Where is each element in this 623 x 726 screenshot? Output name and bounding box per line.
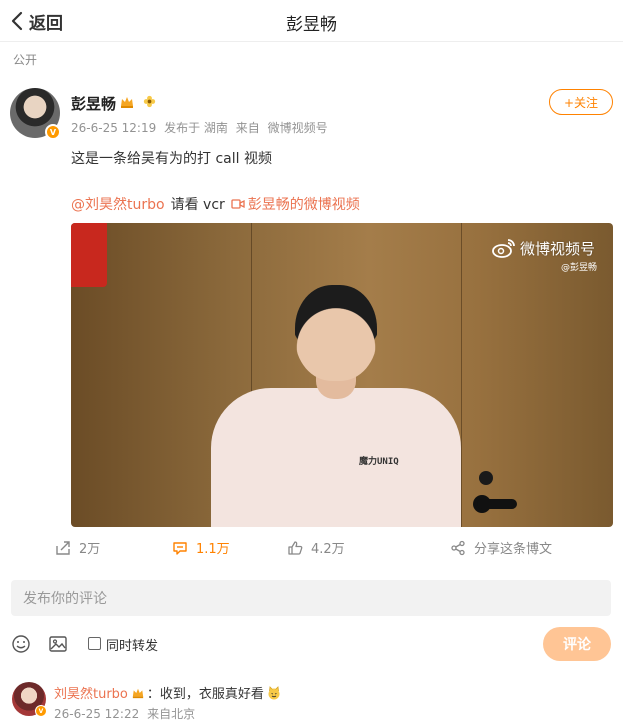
share-icon — [451, 540, 465, 555]
repost-checkbox-label[interactable]: 同时转发 — [106, 635, 158, 654]
smiling-cat-emoji-icon — [268, 685, 280, 699]
repost-action[interactable]: 2万 — [55, 538, 100, 557]
like-action[interactable]: 4.2万 — [287, 538, 345, 557]
door-handle — [477, 499, 517, 509]
post-source[interactable]: 微博视频号 — [268, 121, 328, 135]
comment-meta: 26-6-25 12:22 来自北京 — [54, 705, 199, 722]
mention-link[interactable]: @刘昊然turbo — [71, 194, 165, 214]
author-name[interactable]: 彭昱畅 — [71, 93, 116, 114]
video-camera-icon — [231, 199, 245, 209]
person-body — [211, 388, 461, 527]
commenter-verified-icon: V — [35, 705, 47, 717]
post-date: 26-6-25 12:19 — [71, 121, 157, 135]
weibo-logo-icon — [492, 239, 515, 258]
watermark-label: 微博视频号 — [520, 239, 596, 258]
post-text: 这是一条给吴有为的打 call 视频 — [71, 151, 272, 167]
comment-source: 来自北京 — [147, 707, 196, 721]
post-source-prefix: 来自 — [235, 121, 260, 135]
comment-input-placeholder: 发布你的评论 — [23, 591, 107, 607]
post-location: 发布于 湖南 — [164, 121, 228, 135]
comment-text: ：收到，衣服真好看 — [146, 687, 264, 702]
watermark-handle: @彭昱畅 — [561, 263, 598, 273]
post-links: @刘昊然turbo 请看 vcr 彭昱畅的微博视频 — [71, 194, 360, 214]
flower-icon — [143, 95, 156, 108]
action-bar: 2万 1.1万 4.2万 分享这条博文 — [0, 538, 623, 560]
visibility-label: 公开 — [13, 53, 38, 67]
emoji-icon[interactable] — [11, 634, 31, 654]
video-player[interactable]: 魔力UNIQ 微博视频号 @彭昱畅 — [71, 223, 613, 527]
repost-checkbox[interactable] — [88, 637, 101, 650]
comment-input[interactable]: 发布你的评论 — [11, 580, 611, 616]
video-link[interactable]: 彭昱畅的微博视频 — [231, 194, 360, 214]
submit-comment-button[interactable]: 评论 — [543, 627, 611, 661]
share-label: 分享这条博文 — [474, 542, 553, 557]
comment-count: 1.1万 — [196, 542, 230, 557]
red-object — [71, 223, 107, 287]
video-link-label: 彭昱畅的微博视频 — [247, 197, 360, 213]
repost-count: 2万 — [79, 542, 101, 557]
crown-icon — [121, 97, 133, 108]
post-meta: 26-6-25 12:19 发布于 湖南 来自 微博视频号 — [71, 119, 332, 136]
thumbs-up-icon — [288, 540, 303, 555]
comment-line: 刘昊然turbo ：收到，衣服真好看 — [54, 683, 281, 702]
crown-icon — [132, 688, 144, 698]
top-bar: 返回 彭昱畅 — [0, 0, 623, 42]
door-knob — [479, 471, 493, 485]
like-count: 4.2万 — [311, 542, 345, 557]
image-icon[interactable] — [48, 634, 68, 654]
comment-date: 26-6-25 12:22 — [54, 707, 140, 721]
repost-icon — [56, 540, 70, 555]
video-watermark: 微博视频号 — [491, 237, 595, 259]
follow-button[interactable]: +关注 — [549, 89, 613, 115]
share-action[interactable]: 分享这条博文 — [450, 538, 552, 557]
verified-badge-icon: V — [45, 124, 61, 140]
post-inline-text: 请看 vcr — [170, 197, 225, 213]
page-title: 彭昱畅 — [286, 15, 337, 35]
person-head — [295, 285, 377, 381]
shirt-logo: 魔力UNIQ — [359, 457, 399, 467]
commenter-name[interactable]: 刘昊然turbo — [54, 683, 128, 702]
comment-icon — [173, 541, 187, 555]
comment-action[interactable]: 1.1万 — [172, 538, 230, 557]
